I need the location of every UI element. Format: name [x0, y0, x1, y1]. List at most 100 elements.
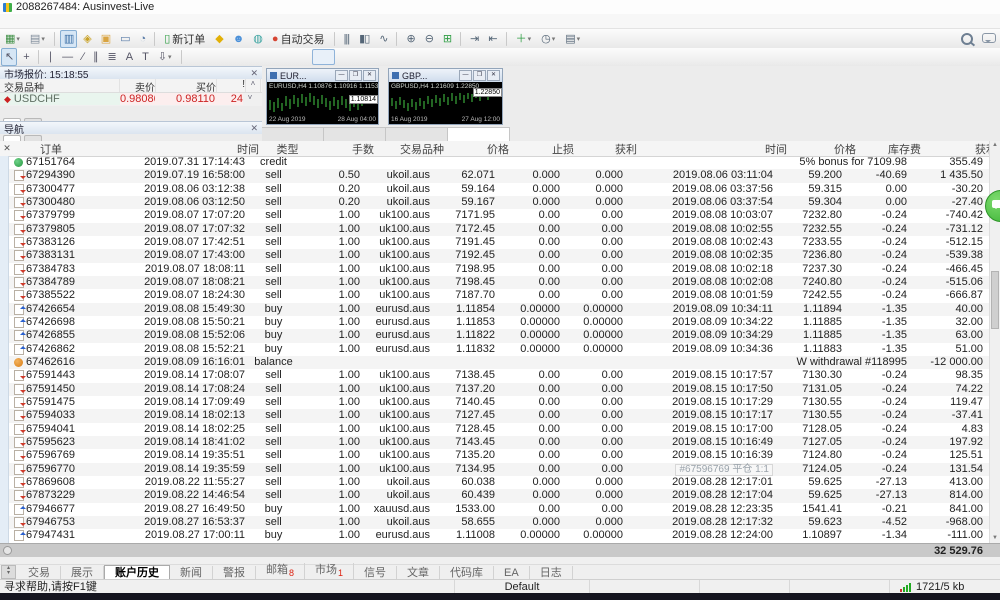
history-row[interactable]: 67947431 2019.08.27 17:00:11 buy 1.00 eu… — [0, 529, 1000, 542]
history-row[interactable]: 67426862 2019.08.08 15:52:21 buy 1.00 eu… — [0, 343, 1000, 356]
profiles-button[interactable]: ▤ ▾ — [26, 30, 49, 48]
tab-alerts[interactable]: 警报 — [213, 566, 256, 580]
column-open-price[interactable]: 价格 — [444, 141, 509, 157]
column-spread[interactable]: ! — [217, 79, 246, 92]
navigator-toggle[interactable]: ▣ ▾ — [97, 30, 114, 48]
history-row[interactable]: 67294390 2019.07.19 16:58:00 sell 0.50 u… — [0, 169, 1000, 182]
status-profile[interactable]: Default — [455, 580, 590, 594]
timeframe-w1[interactable] — [362, 49, 385, 65]
restore-icon[interactable]: ❐ — [349, 70, 362, 81]
chart-window-titlebar[interactable]: GBP... — ❐ ✕ — [389, 69, 502, 82]
auto-scroll-button[interactable]: ⇥ ▾ — [466, 30, 482, 48]
timeframe-m30[interactable] — [262, 49, 285, 65]
chart-shift-button[interactable]: ⇤ ▾ — [484, 30, 500, 48]
tab-market[interactable]: 市场1 — [305, 563, 354, 580]
timeframe-h1[interactable] — [287, 49, 310, 65]
column-stop-loss[interactable]: 止损 — [509, 141, 574, 157]
minimize-icon[interactable]: — — [459, 70, 472, 81]
close-icon[interactable]: ✕ — [250, 68, 258, 79]
column-swap[interactable]: 库存费 — [856, 141, 921, 157]
drawing-tool-button[interactable]: ▾ — [181, 50, 182, 64]
trendline-tool[interactable]: ∕ ▾ — [78, 48, 87, 66]
scrollbar-thumb[interactable] — [991, 271, 999, 329]
history-row[interactable]: 67591443 2019.08.14 17:08:07 sell 1.00 u… — [0, 369, 1000, 382]
chart-window-titlebar[interactable]: EUR... — ❐ ✕ — [267, 69, 378, 82]
toolbar-button[interactable]: ▾ — [154, 32, 155, 46]
history-row[interactable]: 67946677 2019.08.27 16:49:50 buy 1.00 xa… — [0, 503, 1000, 516]
autotrading-button[interactable]: ● 自动交易 ▾ — [268, 30, 329, 48]
templates-button[interactable]: ▤ ▾ — [561, 30, 584, 48]
new-chart-button[interactable]: ▦ ▾ — [1, 30, 24, 48]
timeframe-m1[interactable] — [187, 49, 210, 65]
status-connection[interactable]: 1721/5 kb — [890, 580, 1000, 594]
history-row[interactable]: 67594041 2019.08.14 18:02:25 sell 1.00 u… — [0, 423, 1000, 436]
cursor-tool[interactable]: ↖ ▾ — [1, 48, 17, 66]
history-row[interactable]: 67596770 2019.08.14 19:35:59 sell 1.00 u… — [0, 463, 1000, 476]
menu-file[interactable] — [0, 14, 18, 28]
market-watch-row-usdchf[interactable]: ◆USDCHF 0.98086 0.98110 24 ˅ — [0, 93, 262, 105]
chart-tab-gbpusd[interactable] — [386, 127, 448, 141]
channel-tool[interactable]: ∥ ▾ — [89, 48, 102, 66]
history-row[interactable]: 67426855 2019.08.08 15:52:06 buy 1.00 eu… — [0, 329, 1000, 342]
restore-icon[interactable]: ❐ — [473, 70, 486, 81]
tab-articles[interactable]: 文章 — [397, 566, 440, 580]
timeframe-m5[interactable] — [212, 49, 235, 65]
timeframe-m15[interactable] — [237, 49, 260, 65]
history-row[interactable]: 67873229 2019.08.22 14:46:54 sell 1.00 u… — [0, 489, 1000, 502]
timeframe-d1[interactable] — [337, 49, 360, 65]
new-order-button[interactable]: ▯ 新订单 ▾ — [160, 30, 209, 48]
horizontal-line-tool[interactable]: — ▾ — [58, 48, 76, 66]
menu-charts[interactable] — [54, 14, 72, 28]
column-bid[interactable]: 卖价 — [120, 79, 156, 92]
periods-button[interactable]: ◷ ▾ — [537, 30, 559, 48]
history-row[interactable]: 67591475 2019.08.14 17:09:49 sell 1.00 u… — [0, 396, 1000, 409]
history-row[interactable]: 67379799 2019.08.07 17:07:20 sell 1.00 u… — [0, 209, 1000, 222]
close-icon[interactable]: ✕ — [250, 123, 258, 134]
column-type[interactable]: 类型 — [259, 141, 316, 157]
community-button[interactable]: ☻ ▾ — [229, 30, 248, 48]
zoom-in-button[interactable]: ⊕ ▾ — [402, 30, 418, 48]
chart-window-gbpusd[interactable]: GBP... — ❐ ✕ GBPUSD,H4 1.21609 1.22850 1… — [388, 68, 503, 125]
chart-tab-eurusd[interactable] — [262, 127, 324, 141]
close-icon[interactable]: ✕ — [0, 143, 14, 154]
tab-scroll-control[interactable]: ▴▾ — [1, 565, 16, 579]
column-symbol[interactable]: 交易品种 — [0, 79, 120, 92]
close-icon[interactable]: ✕ — [487, 70, 500, 81]
column-profit[interactable]: 获利 — [921, 141, 997, 157]
tab-trade[interactable]: 交易 — [18, 566, 61, 580]
title-bar[interactable]: 2088267484: Ausinvest-Live — [0, 0, 1000, 14]
toolbar-button[interactable]: ▾ — [54, 32, 55, 46]
tab-code-base[interactable]: 代码库 — [440, 566, 494, 580]
history-row[interactable]: 67379805 2019.08.07 17:07:32 sell 1.00 u… — [0, 223, 1000, 236]
chart-tab-usdchf[interactable] — [324, 127, 386, 141]
timeframe-h4[interactable] — [312, 49, 335, 65]
column-symbol[interactable]: 交易品种 — [374, 141, 444, 157]
data-window-toggle[interactable]: ◈ ▾ — [79, 30, 94, 48]
column-close-time[interactable]: 时间 — [637, 141, 787, 157]
scroll-down-icon[interactable]: ▼ — [990, 534, 1000, 543]
history-row[interactable]: 67594033 2019.08.14 18:02:13 sell 1.00 u… — [0, 409, 1000, 422]
menu-window[interactable] — [90, 14, 108, 28]
tab-news[interactable]: 新闻 — [170, 566, 213, 580]
minimize-icon[interactable]: — — [335, 70, 348, 81]
terminal-toggle[interactable]: ▭ ▾ — [116, 30, 133, 48]
tile-windows-button[interactable]: ⊞ ▾ — [439, 30, 455, 48]
history-row[interactable]: 67384789 2019.08.07 18:08:21 sell 1.00 u… — [0, 276, 1000, 289]
column-close-price[interactable]: 价格 — [787, 141, 856, 157]
candlestick-button[interactable]: ▮▯ ▾ — [355, 30, 373, 48]
tab-signals[interactable]: 信号 — [354, 566, 397, 580]
tab-account-history[interactable]: 账户历史 — [104, 565, 170, 580]
tab-exposure[interactable]: 展示 — [61, 566, 104, 580]
menu-tools[interactable] — [72, 14, 90, 28]
label-tool[interactable]: T ▾ — [138, 48, 152, 66]
arrows-tool[interactable]: ⇩ ▾ — [154, 48, 176, 66]
history-row[interactable]: 67462616 2019.08.09 16:16:01 balance -12… — [0, 356, 1000, 369]
history-row[interactable]: 67384783 2019.08.07 18:08:11 sell 1.00 u… — [0, 263, 1000, 276]
fibonacci-tool[interactable]: ≣ ▾ — [104, 48, 120, 66]
history-row[interactable]: 67595623 2019.08.14 18:41:02 sell 1.00 u… — [0, 436, 1000, 449]
strategy-tester-toggle[interactable]: ◔ ▾ — [136, 30, 150, 48]
crosshair-tool[interactable]: + ▾ — [19, 48, 32, 66]
toolbar-button[interactable]: ▾ — [396, 32, 397, 46]
toolbar-button[interactable]: ▾ — [506, 32, 507, 46]
history-row[interactable]: 67596769 2019.08.14 19:35:51 sell 1.00 u… — [0, 449, 1000, 462]
